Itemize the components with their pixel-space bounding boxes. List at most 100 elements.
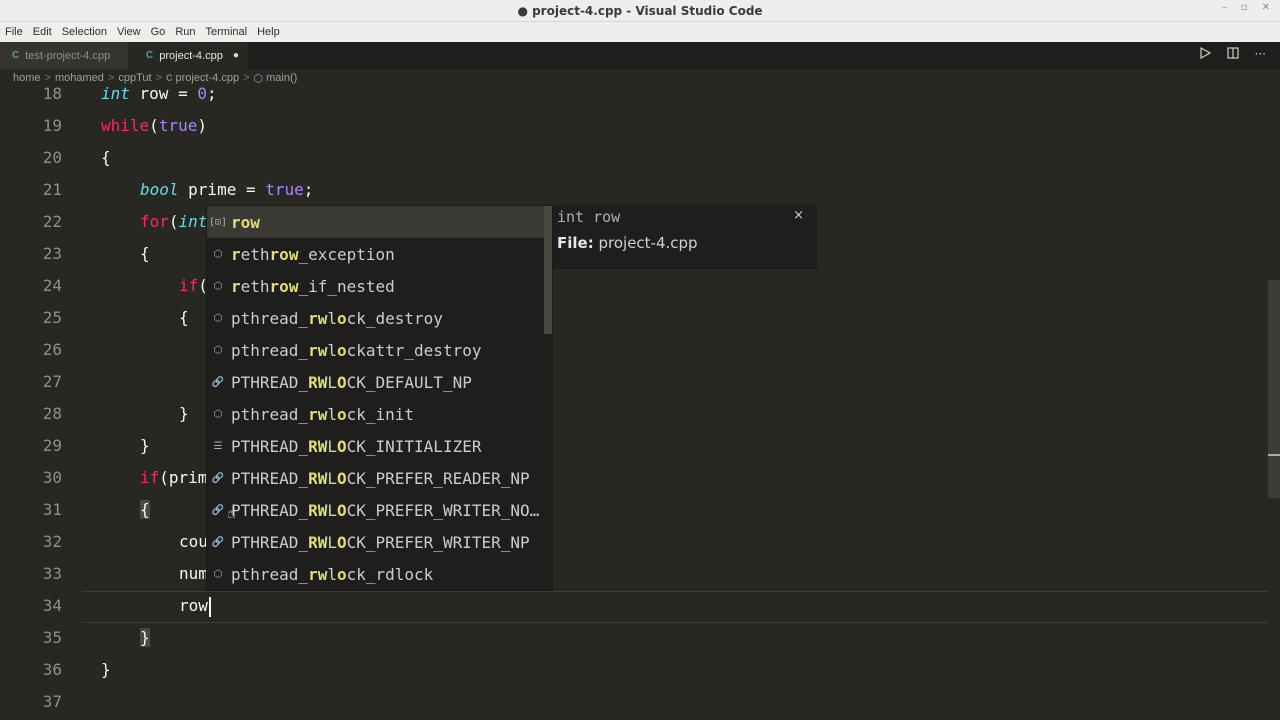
label-post: CK_PREFER_READER_NP — [346, 468, 530, 488]
breadcrumb-mohamed[interactable]: mohamed — [55, 72, 104, 84]
tab-label: project-4.cpp — [159, 49, 223, 62]
minimize-icon[interactable]: – — [1222, 2, 1227, 13]
label-mid: L — [327, 532, 337, 552]
details-signature: int row — [557, 208, 621, 226]
label-pre: pthread_ — [231, 308, 309, 328]
suggestion-item[interactable]: ⬡ rethrow_exception — [207, 238, 552, 270]
menu-bar: File Edit Selection View Go Run Terminal… — [0, 22, 1280, 42]
label-match: rw — [308, 308, 328, 328]
label-mid: L — [327, 372, 337, 392]
suggestion-item[interactable]: ⬡ pthread_rwlock_destroy — [207, 302, 552, 334]
breadcrumb-file[interactable]: project-4.cpp — [176, 72, 240, 84]
label-mid: l — [327, 564, 337, 584]
label-match2: o — [336, 564, 347, 584]
suggestion-item[interactable]: ⬡ pthread_rwlock_rdlock — [207, 558, 552, 590]
suggestion-widget[interactable]: [⊡] row ⬡ rethrow_exception ⬡ rethrow_if_nest… — [206, 205, 553, 591]
code-line-28: } — [179, 404, 189, 423]
close-icon[interactable]: × — [793, 208, 804, 223]
label-match2: O — [336, 468, 347, 488]
type-token: int — [101, 87, 130, 103]
menu-edit[interactable]: Edit — [28, 26, 57, 38]
symbol-kind-icon: 🔗 — [211, 376, 225, 388]
cpp-file-icon: C — [146, 50, 154, 61]
scrollbar-thumb[interactable] — [1268, 280, 1280, 498]
label-post: ck_init — [346, 404, 415, 424]
chevron-right-icon: > — [44, 72, 51, 84]
maximize-icon[interactable]: ▫ — [1241, 2, 1248, 13]
menu-view[interactable]: View — [112, 26, 146, 38]
suggestion-label: PTHREAD_RWLOCK_DEFAULT_NP — [231, 373, 472, 392]
suggestion-item[interactable]: ☰ PTHREAD_RWLOCK_INITIALIZER — [207, 430, 552, 462]
code-line-32: cou — [179, 532, 208, 551]
label-match: rw — [308, 564, 328, 584]
modified-dot-icon[interactable]: ● — [233, 50, 239, 61]
symbol-kind-icon: ⬡ — [213, 248, 223, 260]
menu-run[interactable]: Run — [170, 26, 200, 38]
more-actions-icon[interactable]: ··· — [1255, 47, 1266, 61]
label-mid: eth — [240, 276, 270, 296]
suggestion-item[interactable]: ⬡ pthread_rwlock_init — [207, 398, 552, 430]
suggestion-item[interactable]: 🔗 PTHREAD_RWLOCK_PREFER_WRITER_NP — [207, 526, 552, 558]
suggestion-label: PTHREAD_RWLOCK_PREFER_WRITER_NP — [231, 533, 530, 552]
suggestion-item[interactable]: 🔗 PTHREAD_RWLOCK_PREFER_READER_NP — [207, 462, 552, 494]
suggestion-label: PTHREAD_RWLOCK_PREFER_READER_NP — [231, 469, 530, 488]
label-pre: pthread_ — [231, 564, 309, 584]
label-match2: O — [336, 532, 347, 552]
keyword-token: if — [179, 276, 199, 295]
line-number: 18 — [42, 87, 62, 103]
cpp-file-icon: C — [166, 73, 173, 83]
symbol-kind-icon: ☰ — [213, 440, 223, 452]
breadcrumb-symbol[interactable]: main() — [266, 72, 297, 84]
tab-test-project-4[interactable]: C test-project-4.cpp — [0, 42, 128, 69]
keyword-token: if — [140, 468, 160, 487]
cpp-file-icon: C — [12, 50, 20, 61]
suggestion-item[interactable]: 🔗 PTHREAD_RWLOCK_DEFAULT_NP — [207, 366, 552, 398]
suggestion-item[interactable]: [⊡] row — [207, 206, 552, 238]
label-post: _if_nested — [298, 276, 395, 296]
suggestion-label: pthread_rwlock_init — [231, 405, 414, 424]
code-editor[interactable]: 18 19 20 21 22 23 24 25 26 27 28 29 30 31 32 33 34 35 36 37… — [0, 87, 1268, 720]
suggestion-item[interactable]: 🔗 PTHREAD_RWLOCK_PREFER_WRITER_NO… — [207, 494, 552, 526]
menu-go[interactable]: Go — [146, 26, 171, 38]
code-line-19: while(true) — [101, 116, 207, 135]
mouse-pointer-icon: ☝ — [227, 504, 237, 522]
code-line-35: } — [140, 628, 150, 647]
suggestion-label: rethrow_if_nested — [231, 277, 395, 296]
suggestion-scrollbar-thumb[interactable] — [544, 206, 552, 334]
vertical-scrollbar[interactable] — [1268, 87, 1280, 720]
suggestion-label: pthread_rwlockattr_destroy — [231, 341, 481, 360]
close-window-icon[interactable]: ✕ — [1262, 2, 1270, 13]
menu-selection[interactable]: Selection — [57, 26, 112, 38]
menu-file[interactable]: File — [0, 26, 28, 38]
label-match2: o — [336, 340, 347, 360]
chevron-right-icon: > — [243, 72, 250, 84]
suggestion-label: PTHREAD_RWLOCK_INITIALIZER — [231, 437, 481, 456]
label-match: RW — [308, 532, 328, 552]
label-pre: PTHREAD_ — [231, 436, 309, 456]
line-number: 30 — [42, 468, 62, 487]
tab-label: test-project-4.cpp — [25, 49, 111, 62]
suggestion-item[interactable]: ⬡ rethrow_if_nested — [207, 270, 552, 302]
suggestion-label: PTHREAD_RWLOCK_PREFER_WRITER_NO… — [231, 501, 539, 520]
breadcrumb-cpptut[interactable]: cppTut — [118, 72, 151, 84]
typed-word: row — [179, 596, 208, 615]
text-cursor — [208, 596, 211, 617]
label-match: RW — [308, 372, 328, 392]
breadcrumb-home[interactable]: home — [13, 72, 41, 84]
menu-terminal[interactable]: Terminal — [201, 26, 253, 38]
label-match: r — [231, 244, 241, 264]
label-mid: l — [327, 340, 337, 360]
suggestion-label: row — [231, 213, 260, 232]
line-number: 24 — [42, 276, 62, 295]
run-icon[interactable] — [1199, 47, 1211, 59]
symbol-kind-icon: ⬡ — [213, 280, 223, 292]
menu-help[interactable]: Help — [252, 26, 285, 38]
tab-project-4[interactable]: C project-4.cpp ● — [128, 42, 248, 69]
label-match: rw — [308, 404, 328, 424]
split-editor-icon[interactable] — [1226, 47, 1239, 59]
suggestion-item[interactable]: ⬡ pthread_rwlockattr_destroy — [207, 334, 552, 366]
label-mid: eth — [240, 244, 270, 264]
label-match: RW — [308, 500, 328, 520]
function-icon: ⬡ — [253, 72, 264, 85]
label-post: CK_INITIALIZER — [346, 436, 482, 456]
